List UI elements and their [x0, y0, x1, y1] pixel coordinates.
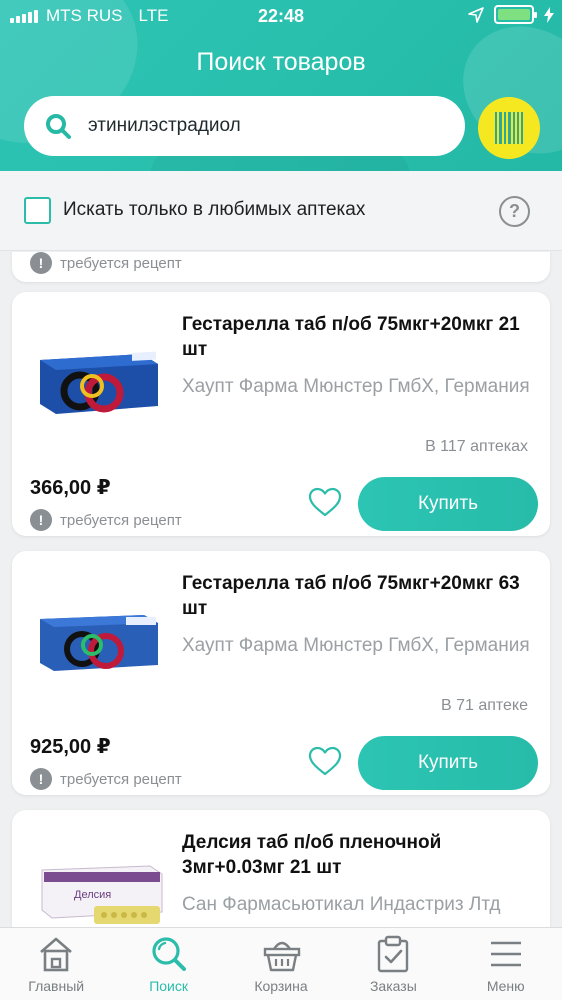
- product-card[interactable]: ! требуется рецепт: [12, 252, 550, 282]
- bottom-tab-bar: Главный Поиск Корзина Заказы Меню: [0, 927, 562, 1000]
- search-query[interactable]: этинилэстрадиол: [88, 115, 241, 137]
- prescription-text: требуется рецепт: [60, 254, 182, 272]
- favorites-filter-row: Искать только в любимых аптеках: [0, 171, 562, 251]
- warning-icon: !: [30, 768, 52, 790]
- page-title: Поиск товаров: [196, 48, 366, 76]
- tab-cart[interactable]: Корзина: [225, 928, 337, 1000]
- pharmacy-availability: В 71 аптеке: [440, 697, 528, 714]
- product-card[interactable]: Гестарелла таб п/об 75мкг+20мкг 21 шт Ха…: [12, 292, 550, 536]
- product-manufacturer: Сан Фармасьютикал Индастриз Лтд: [182, 894, 501, 915]
- warning-icon: !: [30, 252, 52, 274]
- charging-bolt-icon: [544, 6, 554, 23]
- tab-label: Поиск: [149, 978, 188, 994]
- search-icon: [152, 937, 187, 971]
- product-card[interactable]: Гестарелла таб п/об 75мкг+20мкг 63 шт Ха…: [12, 551, 550, 795]
- product-image: Делсия: [41, 865, 163, 924]
- product-card[interactable]: Делсия Делсия таб п/об пленочной 3мг+0.0…: [12, 810, 550, 927]
- product-name[interactable]: Гестарелла таб п/об 75мкг+20мкг 63 шт: [182, 571, 537, 621]
- product-price: 925,00 ₽: [30, 736, 111, 758]
- menu-icon: [490, 941, 521, 967]
- prescription-note: ! требуется рецепт: [30, 252, 182, 274]
- product-image: [40, 351, 158, 414]
- app-header: MTS RUS LTE 22:48 Поиск товаров этинилэс…: [0, 0, 562, 171]
- help-button[interactable]: ?: [499, 196, 530, 227]
- pharmacy-availability: В 117 аптеках: [425, 438, 528, 455]
- warning-icon: !: [30, 509, 52, 531]
- tab-search[interactable]: Поиск: [112, 928, 224, 1000]
- location-arrow-icon: [468, 6, 484, 23]
- product-manufacturer: Хаупт Фарма Мюнстер ГмбХ, Германия: [182, 635, 530, 656]
- prescription-text: требуется рецепт: [60, 511, 182, 529]
- search-input[interactable]: этинилэстрадиол: [24, 96, 465, 156]
- favorites-only-checkbox[interactable]: [24, 197, 51, 224]
- buy-button[interactable]: Купить: [358, 477, 538, 531]
- favorites-only-label[interactable]: Искать только в любимых аптеках: [63, 199, 365, 221]
- product-name[interactable]: Делсия таб п/об пленочной 3мг+0.03мг 21 …: [182, 830, 537, 880]
- product-price: 366,00 ₽: [30, 477, 111, 499]
- product-name[interactable]: Гестарелла таб п/об 75мкг+20мкг 21 шт: [182, 312, 537, 362]
- product-image: [40, 615, 158, 671]
- favorite-heart-icon[interactable]: [308, 746, 342, 776]
- tab-label: Главный: [28, 978, 85, 994]
- home-icon: [40, 937, 72, 972]
- barcode-scan-button[interactable]: [478, 97, 540, 159]
- tab-label: Заказы: [369, 978, 417, 994]
- prescription-text: требуется рецепт: [60, 770, 182, 788]
- tab-label: Корзина: [254, 978, 308, 994]
- buy-button[interactable]: Купить: [358, 736, 538, 790]
- search-icon: [46, 114, 71, 139]
- basket-icon: [263, 941, 300, 972]
- prescription-note: ! требуется рецепт: [30, 768, 182, 790]
- tab-orders[interactable]: Заказы: [337, 928, 449, 1000]
- orders-clipboard-icon: [377, 935, 409, 973]
- tab-home[interactable]: Главный: [0, 928, 112, 1000]
- package-brand-text: Делсия: [74, 889, 111, 901]
- status-bar: MTS RUS LTE 22:48: [0, 0, 562, 34]
- tab-menu[interactable]: Меню: [450, 928, 562, 1000]
- battery-icon: [494, 5, 537, 24]
- product-manufacturer: Хаупт Фарма Мюнстер ГмбХ, Германия: [182, 376, 530, 397]
- prescription-note: ! требуется рецепт: [30, 509, 182, 531]
- barcode-icon: [495, 112, 523, 144]
- product-list[interactable]: ! требуется рецепт Гестарелла таб п/об 7…: [0, 252, 562, 927]
- tab-label: Меню: [486, 978, 525, 994]
- favorite-heart-icon[interactable]: [308, 487, 342, 517]
